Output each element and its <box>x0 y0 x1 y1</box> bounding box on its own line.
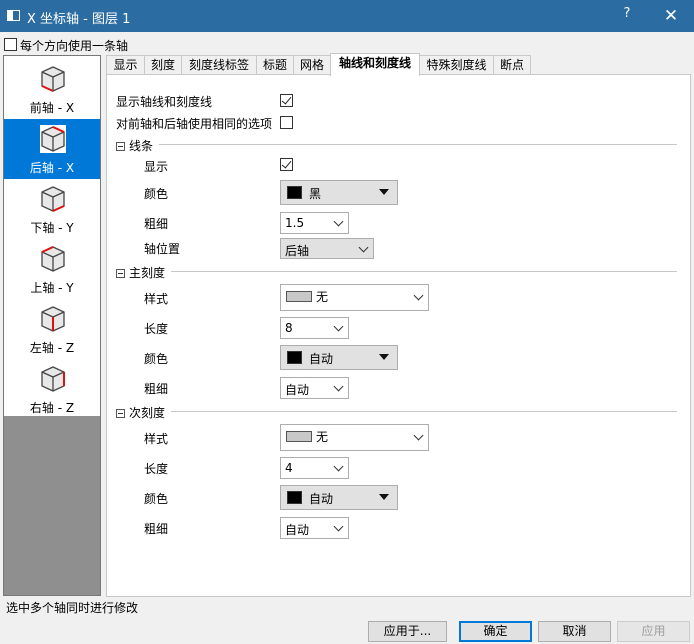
axis-item-front-x[interactable]: 前轴 - X <box>4 59 100 119</box>
tab-title[interactable]: 标题 <box>256 55 294 75</box>
axis-item-label: 上轴 - Y <box>30 281 74 295</box>
help-button[interactable]: ? <box>614 6 640 26</box>
status-text: 选中多个轴同时进行修改 <box>6 601 139 615</box>
major-color-dropdown[interactable]: 自动 <box>280 345 398 370</box>
tab-scale[interactable]: 刻度 <box>144 55 182 75</box>
minor-color-label: 颜色 <box>144 492 169 506</box>
cube-back-axis-icon <box>40 125 66 153</box>
cancel-button[interactable]: 取消 <box>538 621 611 642</box>
line-show-label: 显示 <box>144 160 169 174</box>
chevron-down-icon <box>413 430 424 441</box>
axis-item-bottom-y[interactable]: 下轴 - Y <box>4 179 100 239</box>
line-and-ticks-panel: 显示轴线和刻度线 对前轴和后轴使用相同的选项 线条 显示 颜色 黑 粗细 1.5… <box>106 74 691 597</box>
minor-length-dropdown[interactable]: 4 <box>280 457 349 479</box>
same-options-label: 对前轴和后轴使用相同的选项 <box>116 117 273 131</box>
show-axis-label: 显示轴线和刻度线 <box>116 95 213 109</box>
apply-button[interactable]: 应用 <box>617 621 690 642</box>
tab-grid[interactable]: 网格 <box>293 55 331 75</box>
cube-right-axis-icon <box>41 366 65 392</box>
axis-item-right-z[interactable]: 右轴 - Z <box>4 359 100 419</box>
axis-item-label: 右轴 - Z <box>29 401 75 415</box>
major-length-label: 长度 <box>144 322 169 336</box>
tab-tick-labels[interactable]: 刻度线标签 <box>181 55 257 75</box>
chevron-down-icon <box>333 521 344 532</box>
minor-thickness-label: 粗细 <box>144 522 169 536</box>
color-swatch <box>287 491 302 504</box>
dropdown-arrow-icon <box>379 354 389 360</box>
major-style-label: 样式 <box>144 292 169 306</box>
tick-style-swatch <box>286 291 312 302</box>
axis-item-label: 后轴 - X <box>29 161 75 175</box>
major-color-label: 颜色 <box>144 352 169 366</box>
color-swatch <box>287 351 302 364</box>
tab-line-and-ticks[interactable]: 轴线和刻度线 <box>330 53 420 76</box>
minor-style-dropdown[interactable]: 无 <box>280 424 429 451</box>
major-ticks-section-header[interactable]: 主刻度 <box>116 264 165 281</box>
collapse-icon <box>116 269 125 278</box>
line-color-label: 颜色 <box>144 187 169 201</box>
cube-left-axis-icon <box>41 306 65 332</box>
axis-list: 前轴 - X 后轴 - X 下轴 - Y 上轴 - Y 左轴 - Z 右轴 - … <box>3 55 101 596</box>
title-bar: X 坐标轴 - 图层 1 ? ✕ <box>0 0 694 32</box>
close-button[interactable]: ✕ <box>656 4 686 28</box>
line-show-checkbox[interactable] <box>280 158 293 171</box>
minor-length-label: 长度 <box>144 462 169 476</box>
axis-item-top-y[interactable]: 上轴 - Y <box>4 239 100 299</box>
cube-bottom-axis-icon <box>41 186 65 212</box>
minor-style-label: 样式 <box>144 432 169 446</box>
axis-item-label: 前轴 - X <box>29 101 75 115</box>
major-thickness-label: 粗细 <box>144 382 169 396</box>
one-axis-per-direction-checkbox[interactable] <box>4 38 17 51</box>
axis-position-label: 轴位置 <box>144 242 181 256</box>
tab-breaks[interactable]: 断点 <box>493 55 531 75</box>
one-axis-per-direction-label: 每个方向使用一条轴 <box>20 39 129 53</box>
major-length-dropdown[interactable]: 8 <box>280 317 349 339</box>
collapse-icon <box>116 409 125 418</box>
minor-ticks-section-header[interactable]: 次刻度 <box>116 404 165 421</box>
cube-front-axis-icon <box>41 66 65 92</box>
line-section-header[interactable]: 线条 <box>116 137 153 154</box>
window-icon <box>7 10 20 21</box>
dropdown-arrow-icon <box>379 189 389 195</box>
axis-item-back-x[interactable]: 后轴 - X <box>4 119 100 179</box>
line-color-dropdown[interactable]: 黑 <box>280 180 398 205</box>
line-thickness-dropdown[interactable]: 1.5 <box>280 212 349 234</box>
same-options-checkbox[interactable] <box>280 116 293 129</box>
major-style-dropdown[interactable]: 无 <box>280 284 429 311</box>
cube-top-axis-icon <box>41 246 65 272</box>
chevron-down-icon <box>333 381 344 392</box>
chevron-down-icon <box>333 321 344 332</box>
major-thickness-dropdown[interactable]: 自动 <box>280 377 349 399</box>
chevron-down-icon <box>333 461 344 472</box>
line-thickness-label: 粗细 <box>144 217 169 231</box>
tick-style-swatch <box>286 431 312 442</box>
apply-to-button[interactable]: 应用于... <box>368 621 447 642</box>
tab-special-ticks[interactable]: 特殊刻度线 <box>419 55 494 75</box>
color-swatch <box>287 186 302 199</box>
axis-item-label: 左轴 - Z <box>29 341 75 355</box>
minor-thickness-dropdown[interactable]: 自动 <box>280 517 349 539</box>
tab-display[interactable]: 显示 <box>106 55 145 75</box>
collapse-icon <box>116 142 125 151</box>
chevron-down-icon <box>358 242 369 253</box>
axis-item-label: 下轴 - Y <box>30 221 74 235</box>
ok-button[interactable]: 确定 <box>459 621 532 642</box>
show-axis-checkbox[interactable] <box>280 94 293 107</box>
chevron-down-icon <box>413 290 424 301</box>
axis-item-left-z[interactable]: 左轴 - Z <box>4 299 100 359</box>
chevron-down-icon <box>333 216 344 227</box>
window-title: X 坐标轴 - 图层 1 <box>27 12 131 27</box>
minor-color-dropdown[interactable]: 自动 <box>280 485 398 510</box>
axis-position-dropdown[interactable]: 后轴 <box>280 238 374 259</box>
dropdown-arrow-icon <box>379 494 389 500</box>
